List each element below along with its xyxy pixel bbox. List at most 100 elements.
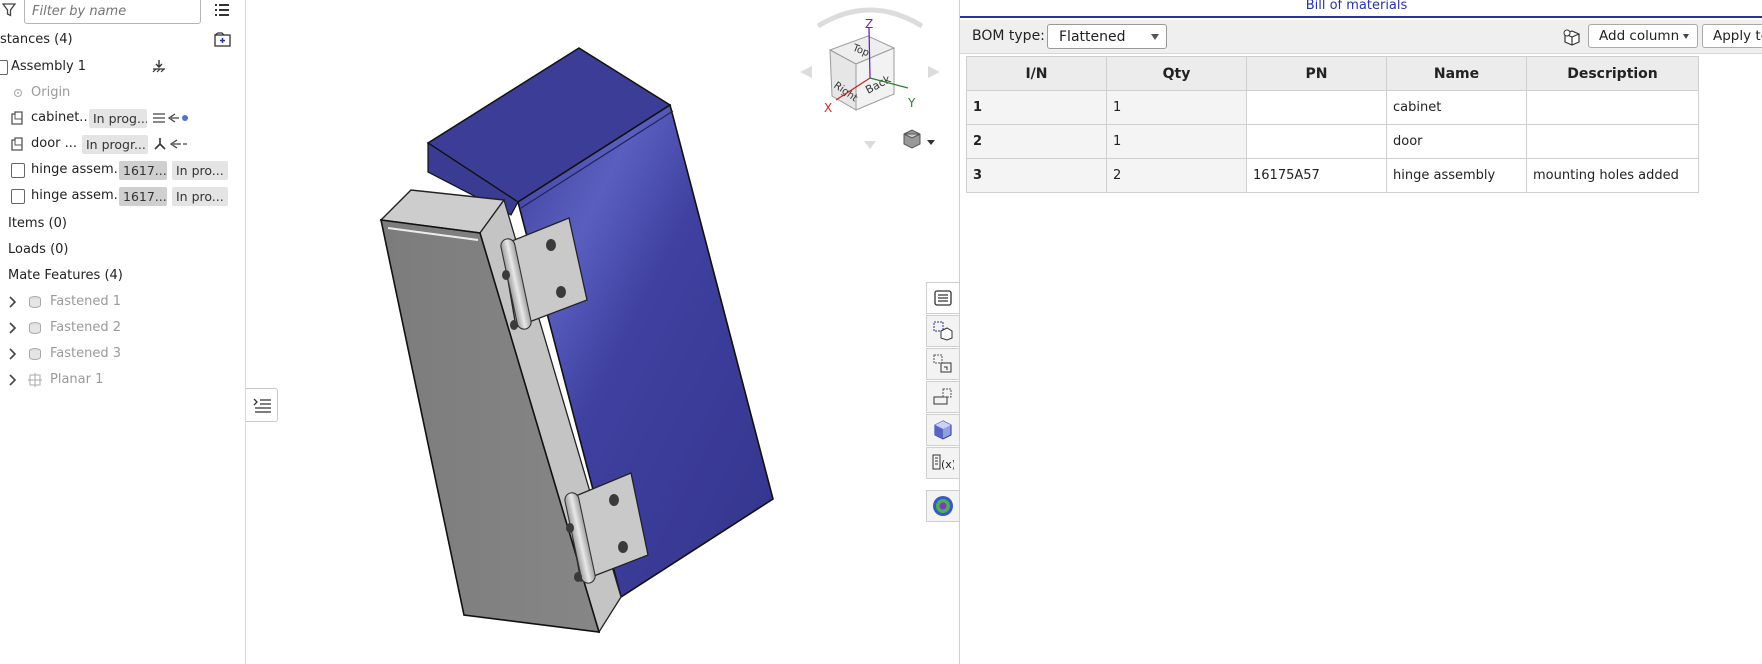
part-number-badge: 1617... xyxy=(119,187,167,206)
mate-item[interactable]: Fastened 3 xyxy=(0,343,246,365)
chevron-right-icon[interactable] xyxy=(8,348,17,360)
cell-description[interactable] xyxy=(1526,124,1699,159)
table-row[interactable]: 3 2 16175A57 hinge assembly mounting hol… xyxy=(966,158,1699,193)
part-icon xyxy=(11,137,23,151)
cell-item-number[interactable]: 1 xyxy=(966,90,1107,125)
cell-name[interactable]: door xyxy=(1386,124,1527,159)
cell-qty[interactable]: 1 xyxy=(1106,124,1247,159)
filter-input[interactable] xyxy=(24,0,201,24)
origin-label: Origin xyxy=(31,85,71,100)
part-number-badge: 1617... xyxy=(119,161,167,180)
cell-qty[interactable]: 1 xyxy=(1106,90,1247,125)
bom-type-select[interactable]: Flattened xyxy=(1047,24,1167,49)
chevron-down-icon xyxy=(1151,34,1159,40)
chevron-right-icon[interactable] xyxy=(8,322,17,334)
chevron-right-icon[interactable] xyxy=(8,374,17,386)
render-panel-button[interactable] xyxy=(926,414,960,446)
mate-item[interactable]: Fastened 2 xyxy=(0,317,246,339)
instances-label: stances (4) xyxy=(0,32,73,47)
mate-panel-button[interactable] xyxy=(926,348,960,380)
column-header-pn[interactable]: PN xyxy=(1246,56,1387,91)
items-label: Items (0) xyxy=(8,216,67,231)
instance-row[interactable]: cabinet... In prog... xyxy=(0,107,246,129)
svg-text:(x): (x) xyxy=(941,458,954,471)
bom-panel: Bill of materials BOM type: Flattened Ad… xyxy=(959,0,1762,664)
list-view-icon[interactable] xyxy=(214,2,230,18)
column-header-description[interactable]: Description xyxy=(1526,56,1699,91)
ground-icon[interactable] xyxy=(151,59,167,75)
cell-name[interactable]: hinge assembly xyxy=(1386,158,1527,193)
cell-item-number[interactable]: 3 xyxy=(966,158,1107,193)
subassembly-icon xyxy=(11,189,25,204)
render-icon xyxy=(934,420,952,440)
view-cube[interactable]: Top Right Back Z X Y xyxy=(790,4,950,154)
bom-icon xyxy=(934,290,952,306)
column-header-qty[interactable]: Qty xyxy=(1106,56,1247,91)
feature-tree-panel: stances (4) Assembly 1 Origin xyxy=(0,0,246,664)
bom-title: Bill of materials xyxy=(960,0,1762,18)
bom-toolbar: BOM type: Flattened Add column Apply ter xyxy=(960,20,1762,54)
add-column-label: Add column xyxy=(1599,28,1680,44)
cell-pn[interactable] xyxy=(1246,90,1387,125)
column-header-name[interactable]: Name xyxy=(1386,56,1527,91)
mate-features-section[interactable]: Mate Features (4) xyxy=(0,265,246,287)
mate-status-icon xyxy=(153,113,188,123)
origin-row[interactable]: Origin xyxy=(0,82,246,104)
insert-part-icon[interactable] xyxy=(1563,29,1581,47)
items-section[interactable]: Items (0) xyxy=(0,213,246,235)
bom-type-value: Flattened xyxy=(1059,29,1126,45)
cell-name[interactable]: cabinet xyxy=(1386,90,1527,125)
table-row[interactable]: 2 1 door xyxy=(966,124,1699,159)
cell-pn[interactable] xyxy=(1246,124,1387,159)
cell-description[interactable] xyxy=(1526,90,1699,125)
right-tool-strip: (x) xyxy=(926,282,960,523)
cell-description[interactable]: mounting holes added xyxy=(1526,158,1699,193)
bom-type-label: BOM type: xyxy=(972,28,1045,44)
mate-label: Fastened 2 xyxy=(50,320,122,335)
mate-item[interactable]: Planar 1 xyxy=(0,369,246,391)
axis-y-label: Y xyxy=(907,96,916,110)
add-instance-icon[interactable] xyxy=(214,32,232,48)
mate-connector-panel-icon xyxy=(933,354,952,373)
mate-label: Planar 1 xyxy=(50,372,104,387)
loads-section[interactable]: Loads (0) xyxy=(0,239,246,261)
status-badge: In pro... xyxy=(172,187,228,206)
analysis-icon xyxy=(933,496,953,516)
mate-connector-icon xyxy=(154,138,187,150)
analysis-panel-button[interactable] xyxy=(926,490,960,522)
instance-row[interactable]: hinge assem... 1617... In pro... xyxy=(0,159,246,181)
instances-header[interactable]: stances (4) xyxy=(0,29,246,51)
axis-x-label: X xyxy=(824,101,832,115)
explode-icon xyxy=(933,388,952,405)
bom-panel-button[interactable] xyxy=(926,282,960,314)
loads-label: Loads (0) xyxy=(8,242,69,257)
instance-row[interactable]: hinge assem... 1617... In pro... xyxy=(0,185,246,207)
view-options-icon[interactable] xyxy=(903,129,935,149)
chevron-right-icon[interactable] xyxy=(8,296,17,308)
mate-label: Fastened 3 xyxy=(50,346,122,361)
cube-faces[interactable]: Top Right Back xyxy=(828,35,896,111)
apply-template-label: Apply ter xyxy=(1713,28,1762,44)
variables-panel-button[interactable]: (x) xyxy=(926,447,960,479)
assembly-icon xyxy=(0,60,8,75)
status-badge: In prog... xyxy=(89,109,147,128)
cell-qty[interactable]: 2 xyxy=(1106,158,1247,193)
status-badge: In progr... xyxy=(82,135,148,154)
status-badge: In pro... xyxy=(172,161,228,180)
column-header-item-number[interactable]: I/N xyxy=(966,56,1107,91)
table-row[interactable]: 1 1 cabinet xyxy=(966,90,1699,125)
cell-item-number[interactable]: 2 xyxy=(966,124,1107,159)
explode-panel-button[interactable] xyxy=(926,381,960,413)
chevron-down-icon xyxy=(1683,34,1689,39)
cell-pn[interactable]: 16175A57 xyxy=(1246,158,1387,193)
assembly-label: Assembly 1 xyxy=(11,59,87,74)
appearance-panel-button[interactable] xyxy=(926,315,960,347)
filter-icon[interactable] xyxy=(2,3,16,17)
mate-item[interactable]: Fastened 1 xyxy=(0,291,246,313)
add-column-button[interactable]: Add column xyxy=(1588,24,1698,48)
subassembly-icon xyxy=(11,163,25,178)
instance-row[interactable]: door ... In progr... xyxy=(0,133,246,155)
apply-template-button[interactable]: Apply ter xyxy=(1702,24,1762,48)
assembly-row[interactable]: Assembly 1 xyxy=(0,56,246,78)
instance-name: hinge assem... xyxy=(31,188,127,203)
